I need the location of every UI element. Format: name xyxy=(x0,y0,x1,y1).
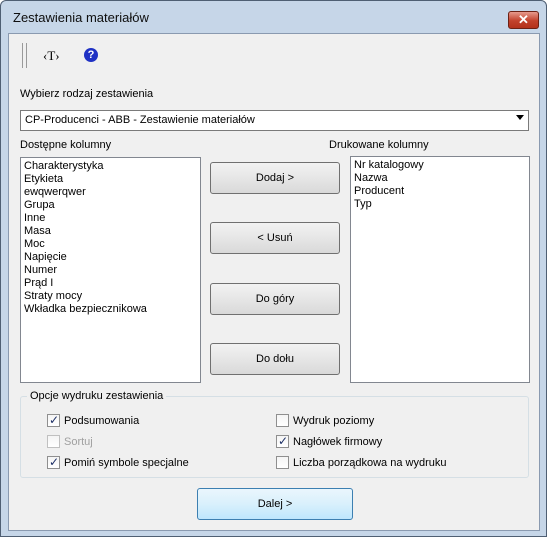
printed-columns-list[interactable]: Nr katalogowy Nazwa Producent Typ xyxy=(350,156,530,383)
company-header-label: Nagłówek firmowy xyxy=(293,435,383,448)
checkmark-icon[interactable] xyxy=(276,434,289,448)
chevron-down-icon xyxy=(516,115,524,120)
summary-label: Podsumowania xyxy=(64,414,140,427)
window-title: Zestawienia materiałów xyxy=(13,10,149,25)
available-columns-list[interactable]: Charakterystyka Etykieta ewqwerqwer Grup… xyxy=(20,157,201,383)
list-item[interactable]: Nazwa xyxy=(354,172,526,185)
list-item[interactable]: Producent xyxy=(354,185,526,198)
list-item[interactable]: Charakterystyka xyxy=(24,160,197,173)
add-button[interactable]: Dodaj > xyxy=(210,162,340,194)
list-item[interactable]: Straty mocy xyxy=(24,290,197,303)
checkbox-box xyxy=(47,435,60,448)
list-item[interactable]: Napięcie xyxy=(24,251,197,264)
text-tool-icon[interactable]: ‹T› xyxy=(43,48,60,64)
list-item[interactable]: Moc xyxy=(24,238,197,251)
report-type-value: CP-Producenci - ABB - Zestawienie materi… xyxy=(25,114,255,126)
list-item[interactable]: Numer xyxy=(24,264,197,277)
dialog-window: Zestawienia materiałów ✕ ‹T› ? Wybierz r… xyxy=(0,0,547,537)
close-icon: ✕ xyxy=(518,12,529,27)
list-item[interactable]: Grupa xyxy=(24,199,197,212)
remove-button[interactable]: < Usuń xyxy=(210,222,340,254)
list-item[interactable]: Prąd I xyxy=(24,277,197,290)
summary-checkbox[interactable]: Podsumowania xyxy=(47,413,140,427)
help-icon[interactable]: ? xyxy=(84,48,98,62)
list-item[interactable]: Inne xyxy=(24,212,197,225)
report-type-select[interactable]: CP-Producenci - ABB - Zestawienie materi… xyxy=(20,110,529,131)
sort-checkbox: Sortuj xyxy=(47,435,93,448)
sort-label: Sortuj xyxy=(64,435,93,448)
close-button[interactable]: ✕ xyxy=(508,11,539,29)
next-button[interactable]: Dalej > xyxy=(197,488,353,520)
toolbar-grip[interactable] xyxy=(22,43,27,68)
available-columns-label: Dostępne kolumny xyxy=(20,139,112,151)
checkbox-box[interactable] xyxy=(276,414,289,427)
ordinal-number-label: Liczba porządkowa na wydruku xyxy=(293,456,447,469)
dialog-client-area: ‹T› ? Wybierz rodzaj zestawienia CP-Prod… xyxy=(8,33,540,531)
checkmark-icon[interactable] xyxy=(47,455,60,469)
move-down-button[interactable]: Do dołu xyxy=(210,343,340,375)
report-type-label: Wybierz rodzaj zestawienia xyxy=(20,88,154,100)
move-up-button[interactable]: Do góry xyxy=(210,283,340,315)
list-item[interactable]: Etykieta xyxy=(24,173,197,186)
checkbox-box[interactable] xyxy=(276,456,289,469)
print-options-title: Opcje wydruku zestawienia xyxy=(27,390,167,402)
skip-symbols-checkbox[interactable]: Pomiń symbole specjalne xyxy=(47,455,189,469)
printed-columns-label: Drukowane kolumny xyxy=(329,139,429,151)
horizontal-print-label: Wydruk poziomy xyxy=(293,414,375,427)
list-item[interactable]: Typ xyxy=(354,198,526,211)
list-item[interactable]: Wkładka bezpiecznikowa xyxy=(24,303,197,316)
horizontal-print-checkbox[interactable]: Wydruk poziomy xyxy=(276,414,374,427)
checkmark-icon[interactable] xyxy=(47,413,60,427)
skip-symbols-label: Pomiń symbole specjalne xyxy=(64,456,189,469)
list-item[interactable]: Masa xyxy=(24,225,197,238)
list-item[interactable]: Nr katalogowy xyxy=(354,159,526,172)
ordinal-number-checkbox[interactable]: Liczba porządkowa na wydruku xyxy=(276,456,446,469)
list-item[interactable]: ewqwerqwer xyxy=(24,186,197,199)
title-bar[interactable]: Zestawienia materiałów ✕ xyxy=(1,1,546,33)
company-header-checkbox[interactable]: Nagłówek firmowy xyxy=(276,434,383,448)
